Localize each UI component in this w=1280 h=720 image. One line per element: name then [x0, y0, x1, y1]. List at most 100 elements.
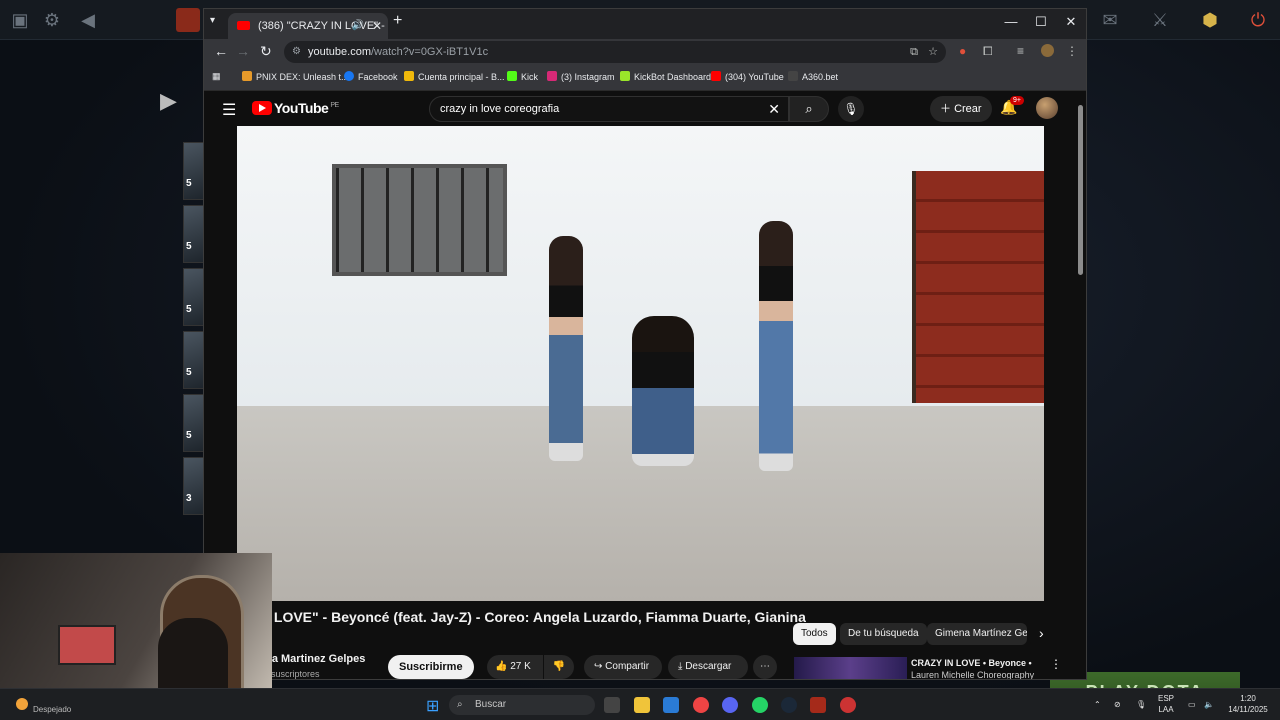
power-icon[interactable]: ⏻	[1246, 8, 1270, 32]
bookmark-item[interactable]: KickBot Dashboard	[620, 71, 711, 82]
bookmark-star-icon[interactable]: ☆	[928, 41, 938, 63]
back-icon[interactable]: ←	[214, 43, 228, 59]
gear-icon[interactable]: ⚙	[40, 8, 64, 32]
apps-grid-icon[interactable]: ▦	[212, 71, 221, 82]
extension-icon[interactable]: ●	[959, 44, 966, 58]
youtube-play-icon	[252, 101, 272, 115]
download-button[interactable]: ⤓ Descargar	[668, 655, 748, 679]
recommended-channel[interactable]: Lauren Michelle Choreography	[911, 670, 1034, 679]
video-player[interactable]	[237, 126, 1044, 601]
chevron-right-icon[interactable]: ›	[1039, 625, 1044, 641]
chip-channel[interactable]: Gimena Martínez Gel	[927, 623, 1027, 645]
minimize-icon[interactable]: —	[996, 14, 1026, 29]
dota-logo-icon[interactable]	[176, 8, 200, 32]
media-control-icon[interactable]: ≡	[1017, 44, 1024, 58]
plus-icon[interactable]: ⬢	[1198, 8, 1222, 32]
clock[interactable]: 1:20 14/11/2025	[1222, 693, 1274, 715]
address-bar[interactable]: ⚙ youtube.com/watch?v=0GX-iBT1V1c ⧉ ☆	[284, 41, 946, 63]
play-triangle-icon[interactable]: ▶	[160, 88, 177, 114]
microphone-icon[interactable]: 🎙	[838, 96, 864, 122]
steam-icon[interactable]	[781, 697, 797, 713]
bookmark-item[interactable]: Kick	[507, 71, 538, 82]
reload-icon[interactable]: ↻	[260, 43, 272, 60]
armory-icon[interactable]: ⚔	[1148, 8, 1172, 32]
hero-portrait[interactable]: 5	[183, 268, 205, 326]
subscribe-button[interactable]: Suscribirme	[388, 655, 474, 679]
dislike-icon[interactable]: 👎	[544, 655, 574, 679]
bookmark-item[interactable]: Facebook	[344, 71, 398, 82]
like-button[interactable]: 👍 27 K	[487, 655, 543, 679]
display-icon[interactable]: ▭	[1188, 699, 1196, 710]
close-window-icon[interactable]: ✕	[1056, 14, 1086, 30]
more-actions-icon[interactable]: ⋯	[753, 655, 777, 679]
file-explorer-icon[interactable]	[634, 697, 650, 713]
video-window	[332, 164, 507, 276]
recommended-more-icon[interactable]: ⋮	[1050, 657, 1062, 671]
profile-avatar[interactable]	[1041, 44, 1054, 57]
recommended-thumbnail[interactable]	[794, 657, 907, 679]
hero-portrait[interactable]: 3	[183, 457, 205, 515]
dota-icon[interactable]	[810, 697, 826, 713]
speaker-icon[interactable]: 🔊	[352, 13, 364, 39]
dota-menu-icon[interactable]: ▣	[8, 8, 32, 32]
weather-icon[interactable]	[16, 698, 28, 710]
taskbar-search-input[interactable]: ⌕ Buscar	[449, 695, 595, 715]
chip-from-search[interactable]: De tu búsqueda	[840, 623, 927, 645]
tab-search-icon[interactable]: ▾	[210, 15, 215, 26]
hero-portrait[interactable]: 5	[183, 142, 205, 200]
close-tab-icon[interactable]: ✕	[372, 13, 382, 39]
video-title: IN LOVE" - Beyoncé (feat. Jay-Z) - Coreo…	[256, 609, 806, 625]
bookmark-item[interactable]: A360.bet	[788, 71, 838, 82]
site-info-icon[interactable]: ⚙	[292, 41, 301, 63]
hero-portrait[interactable]: 5	[183, 331, 205, 389]
start-icon[interactable]: ⊞	[426, 696, 439, 716]
hero-portrait[interactable]: 5	[183, 394, 205, 452]
bookmark-item[interactable]: PNIX DEX: Unleash t...	[242, 71, 349, 82]
new-tab-icon[interactable]: +	[393, 12, 402, 30]
hamburger-menu-icon[interactable]: ☰	[222, 100, 236, 120]
chip-all[interactable]: Todos	[793, 623, 836, 645]
page-scrollbar[interactable]	[1077, 97, 1084, 677]
channel-name[interactable]: ena Martinez Gelpes	[259, 653, 365, 665]
hero-portrait[interactable]: 5	[183, 205, 205, 263]
mail-icon[interactable]: ✉	[1098, 8, 1122, 32]
maximize-icon[interactable]: ☐	[1026, 14, 1056, 30]
back-arrow-icon[interactable]: ◀	[76, 8, 100, 32]
microphone-tray-icon[interactable]: 🎙	[1136, 699, 1146, 710]
cast-icon[interactable]: ⧉	[910, 41, 918, 63]
extensions-puzzle-icon[interactable]: ⧠	[983, 44, 993, 59]
forward-icon[interactable]: →	[236, 43, 250, 59]
kebab-menu-icon[interactable]: ⋮	[1066, 44, 1078, 58]
discord-icon[interactable]	[722, 697, 738, 713]
youtube-header: ☰ YouTube PE crazy in love coreografia ✕ ⌕…	[204, 91, 1076, 126]
account-avatar[interactable]	[1036, 97, 1058, 119]
webcam-monitor	[58, 625, 116, 665]
region-code: PE	[330, 102, 339, 110]
tab-strip: ▾ (386) "CRAZY IN LOVE" - Be 🔊 ✕ + — ☐ ✕	[204, 9, 1086, 39]
volume-icon[interactable]: 🔈	[1204, 699, 1214, 710]
share-button[interactable]: ↪ Compartir	[584, 655, 662, 679]
bookmark-item[interactable]: (3) Instagram	[547, 71, 615, 82]
webcam-overlay	[0, 553, 272, 706]
obs-icon[interactable]	[840, 697, 856, 713]
search-input[interactable]: crazy in love coreografia ✕	[429, 96, 789, 122]
task-view-icon[interactable]	[604, 697, 620, 713]
recommended-title[interactable]: CRAZY IN LOVE • Beyonce •	[911, 658, 1032, 668]
tab-title: (386) "CRAZY IN LOVE" - Be	[258, 20, 388, 32]
bookmarks-bar: ▦ PNIX DEX: Unleash t... Facebook Cuenta…	[204, 65, 1086, 91]
create-button[interactable]: ＋ Crear	[930, 96, 992, 122]
clear-search-icon[interactable]: ✕	[768, 97, 780, 121]
bookmark-item[interactable]: Cuenta principal - B...	[404, 71, 505, 82]
bookmark-item[interactable]: (304) YouTube	[711, 71, 784, 82]
network-off-icon[interactable]: ⊘	[1114, 699, 1121, 710]
scrollbar-thumb[interactable]	[1078, 105, 1083, 275]
youtube-favicon-icon	[237, 21, 250, 30]
language-indicator[interactable]: ESP LAA	[1158, 693, 1174, 715]
youtube-logo[interactable]: YouTube PE	[252, 100, 339, 116]
tab-youtube[interactable]: (386) "CRAZY IN LOVE" - Be 🔊 ✕	[228, 13, 388, 39]
search-icon[interactable]: ⌕	[789, 96, 829, 122]
whatsapp-icon[interactable]	[752, 697, 768, 713]
store-icon[interactable]	[663, 697, 679, 713]
chrome-icon[interactable]	[693, 697, 709, 713]
tray-overflow-icon[interactable]: ⌃	[1094, 699, 1101, 710]
